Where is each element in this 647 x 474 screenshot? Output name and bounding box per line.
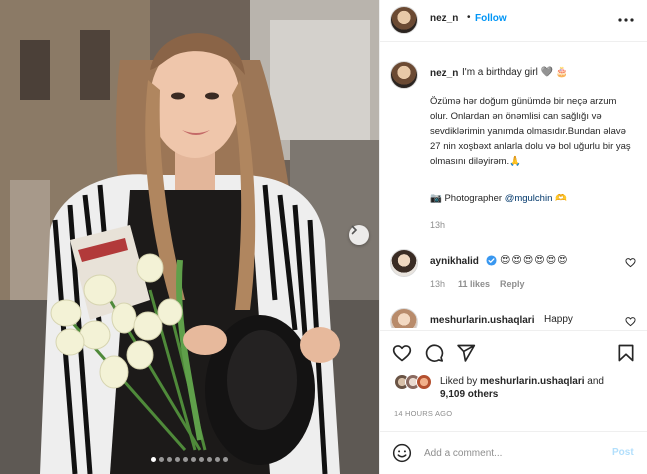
carousel-dot[interactable] — [175, 457, 180, 462]
add-comment-bar: Post — [380, 431, 647, 474]
save-bookmark-icon[interactable] — [616, 343, 636, 363]
verified-badge-icon — [486, 255, 497, 266]
carousel-dot[interactable] — [191, 457, 196, 462]
carousel-dot[interactable] — [159, 457, 164, 462]
liked-by-user-link[interactable]: meshurlarin.ushaqlari — [480, 376, 584, 387]
comment-avatar[interactable] — [390, 249, 418, 277]
photographer-label: 📷 Photographer — [430, 193, 503, 204]
next-image-button[interactable] — [349, 225, 369, 245]
caption-author-username[interactable]: nez_n — [430, 68, 458, 79]
comment-like-heart-icon[interactable] — [625, 257, 636, 268]
comment-likes-link[interactable]: 11 likes — [458, 279, 490, 289]
carousel-dot[interactable] — [167, 457, 172, 462]
author-username[interactable]: nez_n — [430, 13, 458, 24]
like-heart-icon[interactable] — [392, 343, 412, 363]
carousel-dot[interactable] — [199, 457, 204, 462]
more-options-icon[interactable] — [616, 12, 636, 28]
comment-username[interactable]: aynikhalid — [430, 256, 479, 267]
emoji-smiley-icon[interactable] — [392, 443, 412, 463]
liked-by-text: Liked by meshurlarin.ushaqlari and 9,109… — [440, 375, 604, 401]
add-comment-input[interactable] — [424, 444, 594, 462]
carousel-dot[interactable] — [207, 457, 212, 462]
comment-time[interactable]: 13h — [430, 279, 445, 289]
caption-body: Özümə hər doğum günümdə bir neçə arzum o… — [430, 96, 631, 167]
chevron-right-icon — [351, 225, 358, 235]
header-separator: • — [467, 12, 471, 23]
liked-by-connector: and — [587, 376, 604, 387]
comment-text: 😍😍😍😍😍😍 — [500, 255, 569, 266]
follow-button[interactable]: Follow — [475, 13, 507, 24]
post-actions-bar — [380, 330, 647, 370]
photographer-mention-link[interactable]: @mgulchin — [505, 193, 553, 204]
caption-first-line: I'm a birthday girl 🩶 🎂 — [462, 67, 569, 78]
post-timestamp[interactable]: 14 HOURS AGO — [394, 409, 452, 418]
carousel-dot[interactable] — [151, 457, 156, 462]
carousel-indicator — [0, 457, 379, 462]
post-comment-button[interactable]: Post — [612, 447, 634, 458]
caption-photographer-credit: 📷 Photographer @mgulchin 🫶 — [430, 193, 567, 204]
carousel-dot[interactable] — [215, 457, 220, 462]
photo-illustration — [0, 0, 379, 474]
comment-reply-button[interactable]: Reply — [500, 279, 525, 289]
comments-section[interactable]: nez_n I'm a birthday girl 🩶 🎂 Özümə hər … — [380, 43, 647, 328]
comment-avatar[interactable] — [390, 308, 418, 328]
caption-time[interactable]: 13h — [430, 220, 445, 230]
comment-text: Happy — [544, 314, 573, 325]
liker-avatar[interactable] — [416, 374, 432, 390]
liked-by-summary: Liked by meshurlarin.ushaqlari and 9,109… — [394, 373, 644, 403]
liked-by-others-link[interactable]: 9,109 others — [440, 389, 498, 400]
carousel-dot[interactable] — [183, 457, 188, 462]
author-avatar[interactable] — [390, 6, 418, 34]
comment-bubble-icon[interactable] — [424, 343, 444, 363]
share-paper-plane-icon[interactable] — [456, 343, 476, 363]
comment-like-heart-icon[interactable] — [625, 316, 636, 327]
post-header: nez_n • Follow — [380, 0, 647, 42]
comment-username[interactable]: meshurlarin.ushaqlari — [430, 315, 534, 326]
photographer-suffix: 🫶 — [555, 193, 567, 204]
caption-author-avatar[interactable] — [390, 61, 418, 89]
post-photo[interactable] — [0, 0, 379, 474]
post-side-panel: nez_n • Follow nez_n I'm a birthday girl… — [379, 0, 647, 474]
liked-by-prefix: Liked by — [440, 376, 478, 387]
carousel-dot[interactable] — [223, 457, 228, 462]
